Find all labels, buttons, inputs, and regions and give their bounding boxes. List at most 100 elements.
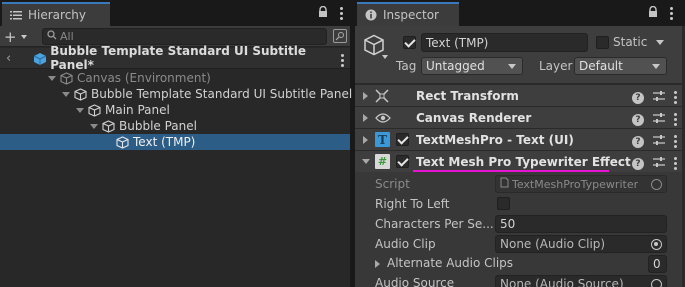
tag-label: Tag (396, 59, 417, 73)
back-arrow-icon[interactable]: ‹ (6, 51, 11, 66)
component-canvas-renderer[interactable]: Canvas Renderer ? (355, 106, 685, 128)
eye-icon (375, 112, 391, 127)
tmp-text-icon: T (375, 132, 390, 147)
audio-source-label: Audio Source (375, 276, 455, 287)
hierarchy-tab-label: Hierarchy (28, 8, 87, 22)
tree-item-label: Bubble Panel (119, 119, 197, 133)
help-icon[interactable]: ? (632, 135, 644, 148)
tree-item-label: Canvas (Environment) (77, 71, 211, 85)
component-title: TextMeshPro - Text (UI) (416, 133, 574, 147)
component-textmeshpro-text[interactable]: T TextMeshPro - Text (UI) ? (355, 128, 685, 150)
inspector-menu-icon[interactable] (670, 7, 673, 20)
help-icon[interactable]: ? (632, 91, 644, 104)
audio-source-value: None (Audio Source) (500, 277, 624, 287)
expand-arrow-icon[interactable] (76, 107, 84, 113)
component-title: Text Mesh Pro Typewriter Effect (416, 155, 631, 169)
component-menu-icon[interactable] (674, 135, 677, 148)
sliders-icon[interactable] (653, 90, 665, 105)
chars-per-sec-input[interactable]: 50 (495, 215, 667, 233)
expand-arrow-icon[interactable] (48, 75, 56, 81)
tree-item-bubble-panel[interactable]: Bubble Panel (0, 118, 350, 134)
lock-icon[interactable] (318, 5, 328, 21)
scene-header[interactable]: ‹ Bubble Template Standard UI Subtitle P… (0, 44, 350, 72)
chevron-down-icon (20, 35, 27, 39)
component-enabled-checkbox[interactable] (396, 133, 409, 146)
expand-arrow-icon[interactable] (62, 91, 70, 97)
static-label: Static (613, 35, 648, 49)
expand-arrow-icon[interactable] (363, 92, 368, 100)
chevron-down-icon (652, 64, 660, 69)
component-rect-transform[interactable]: Rect Transform ? (355, 84, 685, 106)
hierarchy-tabbar: Hierarchy (0, 0, 350, 26)
object-picker-icon[interactable] (651, 279, 662, 287)
hierarchy-tab-controls (318, 5, 343, 21)
tree-item-label: Text (TMP) (133, 135, 196, 149)
script-label: Script (375, 177, 410, 191)
search-options-icon[interactable] (333, 29, 347, 43)
right-to-left-checkbox[interactable] (497, 197, 510, 210)
expand-arrow-icon[interactable] (375, 260, 380, 268)
hierarchy-menu-icon[interactable] (340, 7, 343, 20)
hierarchy-search-input[interactable]: All (42, 28, 327, 45)
tree-item-text-tmp[interactable]: Text (TMP) (0, 134, 350, 150)
component-title: Canvas Renderer (416, 111, 532, 125)
gameobject-icon (60, 71, 73, 85)
object-picker-icon[interactable] (651, 239, 662, 250)
expand-arrow-icon[interactable] (363, 114, 368, 122)
tree-item-label: Bubble Template Standard UI Subtitle Pan… (91, 87, 353, 101)
object-name-input[interactable]: Text (TMP) (421, 33, 588, 52)
component-menu-icon[interactable] (674, 91, 677, 104)
chevron-down-icon (508, 64, 516, 69)
object-picker-icon (651, 179, 662, 190)
audio-clip-field[interactable]: None (Audio Clip) (495, 235, 667, 253)
static-dropdown-icon[interactable] (656, 40, 664, 45)
component-title: Rect Transform (416, 89, 519, 103)
script-file-icon (500, 177, 509, 191)
scene-title: Bubble Template Standard UI Subtitle Pan… (50, 44, 306, 72)
expand-arrow-icon[interactable] (363, 136, 368, 144)
collapse-arrow-icon[interactable] (362, 159, 370, 164)
layer-dropdown[interactable]: Default (574, 57, 667, 75)
component-menu-icon[interactable] (674, 157, 677, 170)
inspector-panel: Inspector Text (TMP) Static Tag Untagged… (355, 0, 685, 287)
tree-item-label: Main Panel (105, 103, 170, 117)
tag-dropdown[interactable]: Untagged (421, 57, 523, 75)
static-checkbox[interactable] (596, 36, 609, 49)
component-controls: ? (632, 134, 677, 149)
audio-source-field[interactable]: None (Audio Source) (495, 275, 667, 287)
scene-menu-icon[interactable] (341, 54, 344, 67)
gameobject-icon (74, 87, 87, 101)
component-enabled-checkbox[interactable] (396, 155, 409, 168)
help-icon[interactable]: ? (632, 157, 644, 170)
hierarchy-panel: Hierarchy + All ‹ Bubble Template Standa… (0, 0, 353, 287)
tree-item-bubble-template[interactable]: Bubble Template Standard UI Subtitle Pan… (0, 86, 353, 102)
sliders-icon[interactable] (653, 134, 665, 149)
info-icon (365, 9, 377, 21)
tree-item-main-panel[interactable]: Main Panel (0, 102, 350, 118)
plus-icon: + (4, 28, 17, 46)
audio-clip-label: Audio Clip (375, 237, 436, 251)
component-menu-icon[interactable] (674, 113, 677, 126)
help-icon[interactable]: ? (632, 113, 644, 126)
component-typewriter-effect[interactable]: # Text Mesh Pro Typewriter Effect ? (355, 150, 685, 172)
alt-audio-count-input[interactable]: 0 (648, 255, 667, 273)
alt-audio-label: Alternate Audio Clips (387, 256, 514, 270)
expand-arrow-icon[interactable] (90, 123, 98, 129)
lock-icon[interactable] (648, 5, 658, 21)
inspector-tab-controls (648, 5, 673, 21)
active-checkbox[interactable] (403, 36, 416, 49)
right-to-left-label: Right To Left (375, 197, 450, 211)
sliders-icon[interactable] (653, 112, 665, 127)
layer-label: Layer (539, 59, 573, 73)
sliders-icon[interactable] (653, 156, 665, 171)
create-button[interactable]: + (4, 28, 27, 46)
script-icon: # (375, 154, 390, 169)
tree-item-canvas-environment[interactable]: Canvas (Environment) (0, 70, 350, 86)
gameobject-icon (88, 103, 101, 117)
chars-per-sec-value: 50 (500, 217, 516, 231)
layer-value: Default (579, 59, 623, 73)
hierarchy-tab[interactable]: Hierarchy (2, 2, 110, 26)
icon-chevron-down-icon[interactable] (382, 55, 388, 59)
inspector-tab[interactable]: Inspector (357, 2, 459, 26)
object-name-value: Text (TMP) (426, 35, 489, 50)
